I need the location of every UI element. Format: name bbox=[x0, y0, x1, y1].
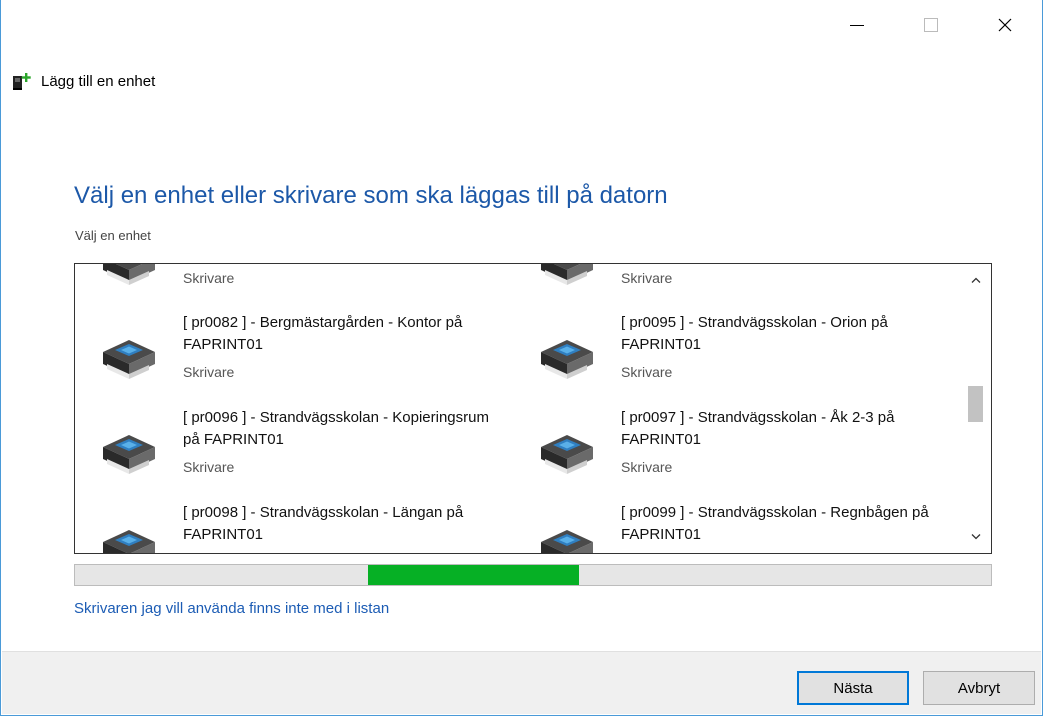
printer-icon bbox=[103, 435, 155, 474]
printer-icon bbox=[541, 340, 593, 379]
page-heading: Välj en enhet eller skrivare som ska läg… bbox=[74, 182, 668, 209]
device-type: Skrivare bbox=[183, 364, 235, 380]
device-type: Skrivare bbox=[621, 459, 673, 475]
maximize-button[interactable] bbox=[894, 10, 968, 40]
search-progress-bar bbox=[74, 564, 992, 586]
device-item[interactable]: [ pr0082 ] - Bergmästargården - Kontor p… bbox=[75, 312, 505, 402]
minimize-button[interactable] bbox=[820, 10, 894, 40]
add-device-icon bbox=[13, 73, 31, 90]
device-name: [ pr0099 ] - Strandvägsskolan - Regnbåge… bbox=[621, 504, 929, 543]
device-name: [ pr0096 ] - Strandvägsskolan - Kopierin… bbox=[183, 409, 489, 448]
device-item[interactable]: [ pr0098 ] - Strandvägsskolan - Längan p… bbox=[75, 502, 505, 553]
device-list-items: Skrivare Skrivare [ pr0082 ] - Bergmästa… bbox=[75, 264, 961, 553]
dialog-footer: Nästa Avbryt bbox=[2, 651, 1041, 714]
device-name: [ pr0097 ] - Strandvägsskolan - Åk 2-3 p… bbox=[621, 409, 895, 448]
device-item[interactable]: Skrivare bbox=[513, 264, 943, 308]
device-item[interactable]: [ pr0097 ] - Strandvägsskolan - Åk 2-3 p… bbox=[513, 407, 943, 497]
progress-marquee bbox=[368, 565, 579, 585]
device-item[interactable]: [ pr0095 ] - Strandvägsskolan - Orion på… bbox=[513, 312, 943, 402]
printer-icon bbox=[541, 530, 593, 553]
page-subheading: Välj en enhet bbox=[75, 228, 151, 243]
device-type: Skrivare bbox=[621, 364, 673, 380]
chevron-up-icon bbox=[971, 277, 981, 283]
window-title: Lägg till en enhet bbox=[41, 72, 156, 90]
window-header: Lägg till en enhet bbox=[11, 70, 155, 92]
device-type: Skrivare bbox=[183, 459, 235, 475]
printer-icon bbox=[103, 264, 155, 285]
close-button[interactable] bbox=[968, 10, 1042, 40]
device-name: [ pr0098 ] - Strandvägsskolan - Längan p… bbox=[183, 504, 464, 543]
printer-not-listed-link[interactable]: Skrivaren jag vill använda finns inte me… bbox=[74, 600, 389, 617]
printer-icon bbox=[103, 340, 155, 379]
device-name: [ pr0082 ] - Bergmästargården - Kontor p… bbox=[183, 314, 463, 353]
add-device-window: Lägg till en enhet Välj en enhet eller s… bbox=[0, 0, 1043, 716]
device-type: Skrivare bbox=[621, 270, 673, 286]
close-icon bbox=[998, 18, 1012, 32]
device-item[interactable]: [ pr0099 ] - Strandvägsskolan - Regnbåge… bbox=[513, 502, 943, 553]
scroll-up-button[interactable] bbox=[961, 270, 991, 290]
next-button[interactable]: Nästa bbox=[797, 671, 909, 705]
maximize-icon bbox=[924, 18, 938, 32]
printer-icon bbox=[541, 435, 593, 474]
device-item[interactable]: [ pr0096 ] - Strandvägsskolan - Kopierin… bbox=[75, 407, 505, 497]
chevron-down-icon bbox=[971, 534, 981, 540]
device-type: Skrivare bbox=[183, 270, 235, 286]
window-controls bbox=[820, 10, 1042, 40]
printer-icon bbox=[103, 530, 155, 553]
scroll-thumb[interactable] bbox=[968, 386, 983, 422]
list-scrollbar[interactable] bbox=[961, 264, 991, 553]
minimize-icon bbox=[850, 25, 864, 26]
scroll-down-button[interactable] bbox=[961, 527, 991, 547]
device-list[interactable]: Skrivare Skrivare [ pr0082 ] - Bergmästa… bbox=[74, 263, 992, 554]
cancel-button[interactable]: Avbryt bbox=[923, 671, 1035, 705]
device-item[interactable]: Skrivare bbox=[75, 264, 505, 308]
device-name: [ pr0095 ] - Strandvägsskolan - Orion på… bbox=[621, 314, 888, 353]
printer-icon bbox=[541, 264, 593, 285]
